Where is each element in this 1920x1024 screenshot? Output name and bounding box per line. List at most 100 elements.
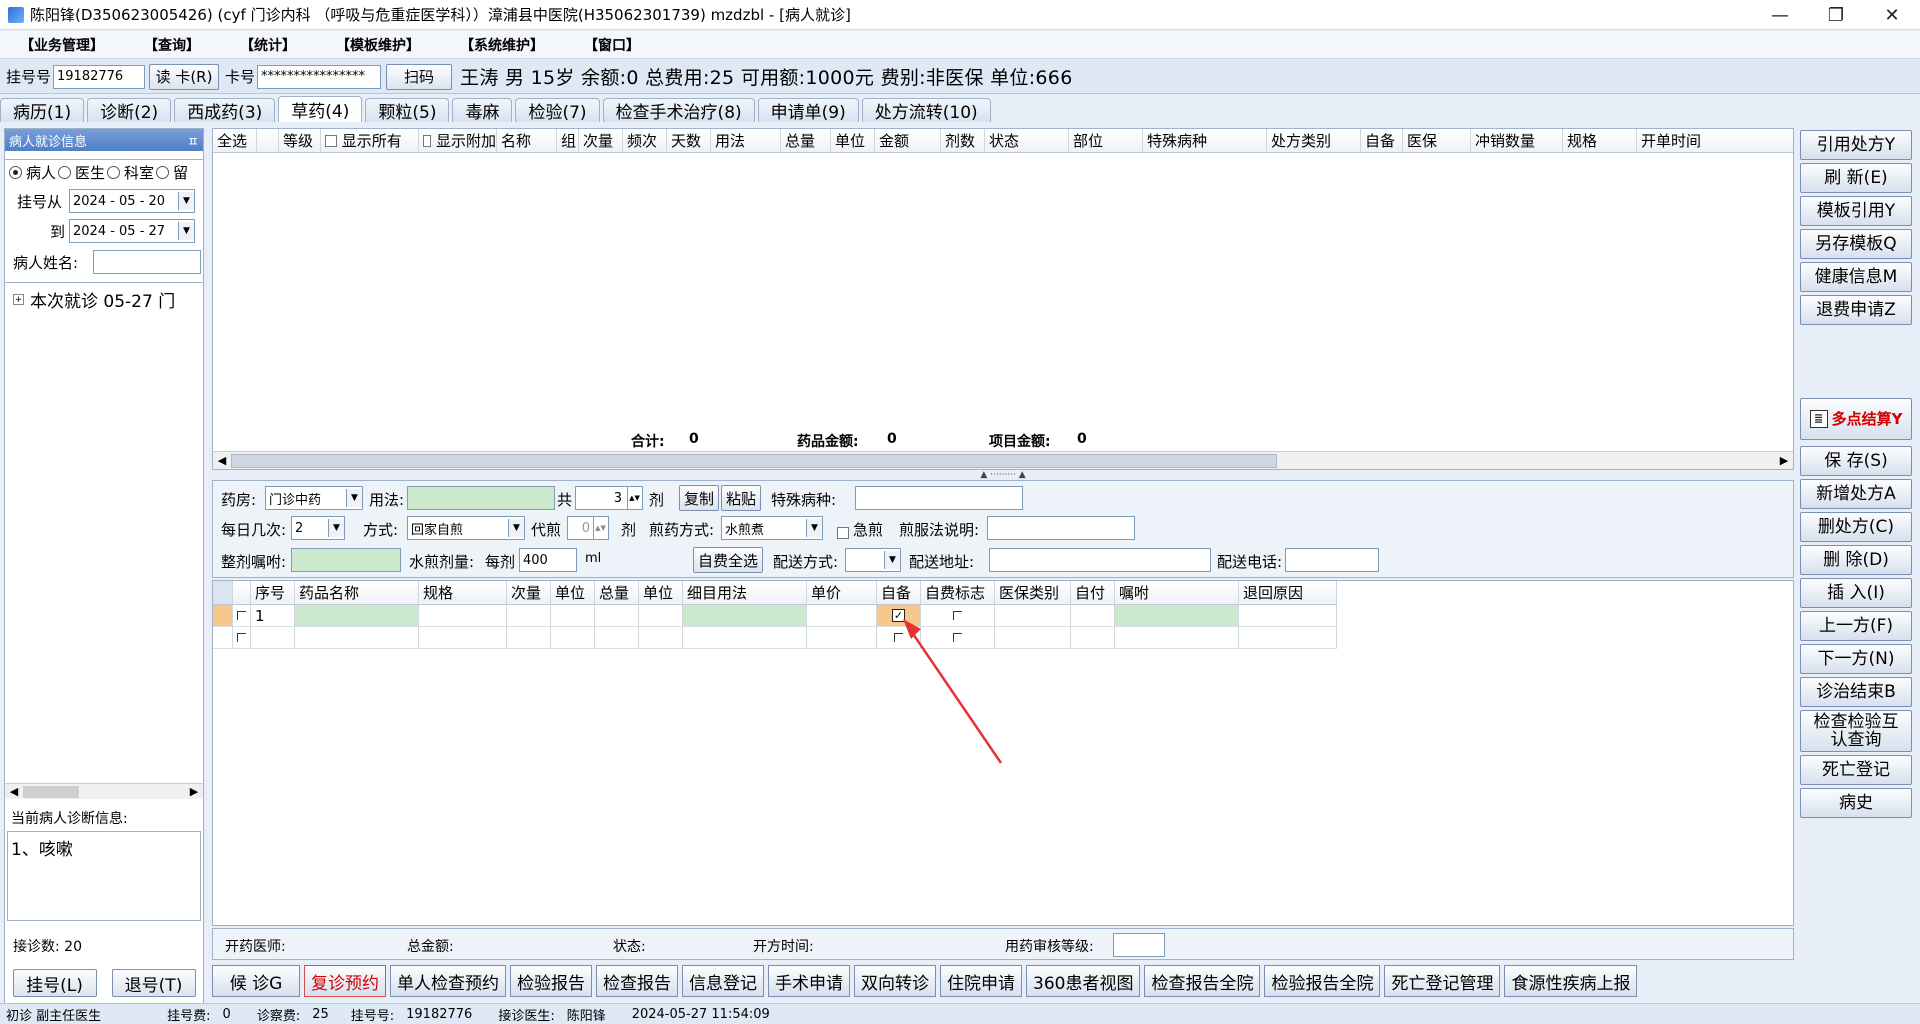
times-dropdown-icon[interactable]: ▼ [328,519,344,537]
multi-point-settle-button[interactable]: ≣ 多点结算Y [1800,398,1912,440]
minimize-button[interactable]: — [1752,0,1808,30]
boil-method-select[interactable]: 水煎煮 ▼ [721,516,823,540]
menu-window[interactable]: 【窗口】 [584,35,640,55]
surgery-request-button[interactable]: 手术申请 [768,965,850,997]
single-exam-appointment-button[interactable]: 单人检查预约 [390,965,506,997]
close-button[interactable]: ✕ [1864,0,1920,30]
tab-request-form[interactable]: 申请单(9) [757,98,859,123]
history-button[interactable]: 病史 [1800,788,1912,818]
mutual-recognition-button[interactable]: 检查检验互认查询 [1800,710,1912,752]
exam-report-button[interactable]: 检查报告 [596,965,678,997]
tree-scrollbar[interactable]: ◀ ▶ [5,783,203,799]
pharmacy-dropdown-icon[interactable]: ▼ [346,489,362,507]
save-as-template-button[interactable]: 另存模板Q [1800,229,1912,259]
tab-narcotics[interactable]: 毒麻 [452,98,513,123]
boil-dropdown-icon[interactable]: ▼ [806,519,822,537]
lab-report-button[interactable]: 检验报告 [510,965,592,997]
restore-button[interactable]: ❐ [1808,0,1864,30]
patient-name-input[interactable] [93,250,201,274]
radio-stay[interactable] [156,165,170,179]
urgent-checkbox[interactable] [837,526,849,539]
review-level-input[interactable] [1113,933,1165,957]
health-info-button[interactable]: 健康信息M [1800,262,1912,292]
tab-medical-record[interactable]: 病历(1) [0,98,85,123]
delivery-phone-input[interactable] [1285,548,1379,572]
tab-lab-test[interactable]: 检验(7) [515,98,600,123]
tab-herbal-medicine[interactable]: 草药(4) [278,96,363,122]
scroll-left-icon[interactable]: ◀ [5,785,23,798]
hospital-exam-report-button[interactable]: 检查报告全院 [1144,965,1261,997]
scroll-right-icon[interactable]: ▶ [185,785,203,798]
patient-360-view-button[interactable]: 360患者视图 [1026,965,1141,997]
tab-diagnosis[interactable]: 诊断(2) [87,98,172,123]
usage-input[interactable] [407,486,555,510]
times-per-day-select[interactable]: 2 ▼ [291,516,345,540]
scroll-thumb[interactable] [23,785,79,798]
read-card-button[interactable]: 读 卡(R) [149,63,220,90]
delivery-dropdown-icon[interactable]: ▼ [884,551,900,569]
special-disease-input[interactable] [855,486,1023,510]
radio-patient[interactable] [9,165,22,179]
col-show-extra[interactable]: 显示附加 [419,129,497,152]
tab-prescription-flow[interactable]: 处方流转(10) [861,98,991,123]
method-dropdown-icon[interactable]: ▼ [508,519,524,537]
scan-button[interactable]: 扫码 [386,63,453,90]
tab-exam-surgery[interactable]: 检查手术治疗(8) [602,98,755,123]
referral-button[interactable]: 双向转诊 [854,965,936,997]
delivery-address-input[interactable] [989,548,1211,572]
water-dose-input[interactable]: 400 [519,548,577,572]
pin-icon[interactable]: ㅍ [187,131,199,150]
pharmacy-select[interactable]: 门诊中药 ▼ [265,486,363,510]
delete-button[interactable]: 删 除(D) [1800,545,1912,575]
tree-item[interactable]: + 本次就诊 05-27 门 [5,287,203,312]
new-prescription-button[interactable]: 新增处方A [1800,479,1912,509]
template-quote-button[interactable]: 模板引用Y [1800,196,1912,226]
date-to-picker[interactable]: 2024 - 05 - 27 ▼ [69,219,195,243]
upper-grid-scrollbar[interactable]: ◀ ▶ [213,451,1793,469]
radio-department[interactable] [107,165,121,179]
col-show-all[interactable]: 显示所有 [321,129,419,152]
refund-request-button[interactable]: 退费申请Z [1800,295,1912,325]
show-all-checkbox[interactable] [325,134,337,147]
register-button[interactable]: 挂号(L) [12,969,97,997]
card-number-input[interactable]: **************** [257,64,382,89]
admission-request-button[interactable]: 住院申请 [940,965,1022,997]
tab-western-medicine[interactable]: 西成药(3) [174,98,276,123]
date-from-picker[interactable]: 2024 - 05 - 20 ▼ [69,189,195,213]
unregister-button[interactable]: 退号(T) [111,969,196,997]
death-register-button[interactable]: 死亡登记 [1800,755,1912,785]
menu-template[interactable]: 【模板维护】 [336,35,420,55]
info-register-button[interactable]: 信息登记 [682,965,764,997]
dose-advice-input[interactable] [291,548,401,572]
date-to-dropdown-icon[interactable]: ▼ [178,222,194,240]
menu-business[interactable]: 【业务管理】 [20,35,104,55]
death-register-manage-button[interactable]: 死亡登记管理 [1384,965,1501,997]
date-from-dropdown-icon[interactable]: ▼ [178,192,194,210]
quote-prescription-button[interactable]: 引用处方Y [1800,130,1912,160]
delete-prescription-button[interactable]: 删处方(C) [1800,512,1912,542]
insert-button[interactable]: 插 入(I) [1800,578,1912,608]
total-doses-spinner-icon[interactable]: ▲▼ [627,487,641,509]
upper-scroll-thumb[interactable] [231,453,1277,468]
self-pay-all-button[interactable]: 自费全选 [693,547,763,573]
waiting-button[interactable]: 候 诊G [212,965,300,997]
show-extra-checkbox[interactable] [423,134,432,147]
col-select-all[interactable]: 全选 [213,129,257,152]
followup-appointment-button[interactable]: 复诊预约 [304,965,386,997]
foodborne-disease-report-button[interactable]: 食源性疾病上报 [1504,965,1638,997]
splitter[interactable]: ▲ ········· ▲ [212,470,1794,480]
decoct-spinner-icon[interactable]: ▲▼ [593,517,607,539]
radio-doctor[interactable] [58,165,72,179]
boil-note-input[interactable] [987,516,1135,540]
menu-stats[interactable]: 【统计】 [240,35,296,55]
upper-scroll-right-icon[interactable]: ▶ [1775,454,1793,467]
refresh-button[interactable]: 刷 新(E) [1800,163,1912,193]
menu-query[interactable]: 【查询】 [144,35,200,55]
tab-granules[interactable]: 颗粒(5) [365,98,450,123]
copy-button[interactable]: 复制 [679,485,719,511]
delivery-method-select[interactable]: ▼ [845,548,901,572]
hospital-lab-report-button[interactable]: 检验报告全院 [1264,965,1381,997]
tree-expand-icon[interactable]: + [13,294,24,305]
reg-number-input[interactable]: 19182776 [53,64,146,89]
diagnosis-text[interactable]: 1、咳嗽 [7,831,201,921]
